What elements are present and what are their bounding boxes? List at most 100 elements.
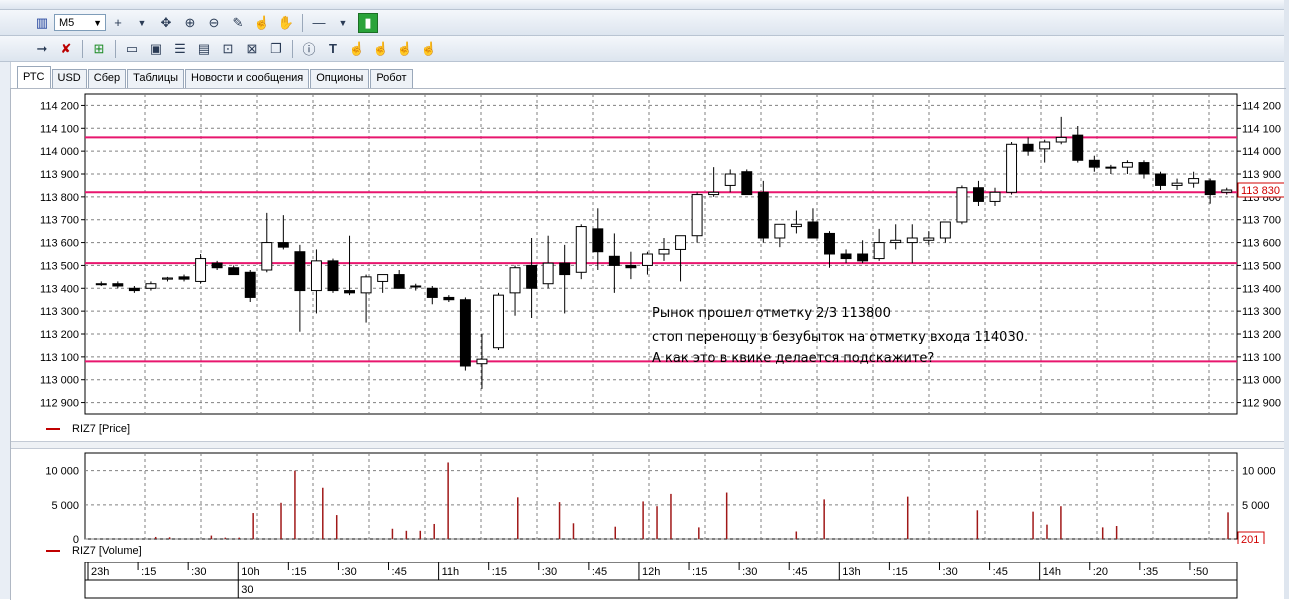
candle-down bbox=[857, 253, 869, 262]
candle-up bbox=[724, 173, 736, 186]
candle-up bbox=[691, 194, 703, 237]
volume-tick-label-left: 0 bbox=[73, 534, 79, 544]
indicator-icon[interactable]: ▮ bbox=[358, 12, 378, 33]
copy-icon[interactable]: ❐ bbox=[267, 40, 285, 58]
zoom-window-icon[interactable]: ⊡ bbox=[219, 40, 237, 58]
candle-down bbox=[277, 242, 289, 248]
window-icon[interactable]: ▭ bbox=[123, 40, 141, 58]
price-chart[interactable]: 114 200 114 200 114 100 114 100 114 000 114 0… bbox=[11, 89, 1284, 419]
tab-tables[interactable]: Таблицы bbox=[127, 69, 185, 88]
hand-icon[interactable]: ☝ bbox=[396, 40, 414, 58]
crosshair-icon[interactable]: + bbox=[109, 14, 127, 32]
chart-window-icon[interactable]: ▣ bbox=[147, 40, 165, 58]
candle-down bbox=[526, 264, 538, 289]
pencil-icon[interactable]: ✎ bbox=[229, 14, 247, 32]
candle-up bbox=[1221, 189, 1233, 193]
tab-options[interactable]: Опционы bbox=[310, 69, 370, 88]
annotation-line-3: А как это в квике делается подскажите? bbox=[652, 351, 935, 366]
price-tick-label-left: 113 700 bbox=[40, 215, 79, 227]
candle-up bbox=[476, 358, 488, 365]
price-tick-label-right: 112 900 bbox=[1242, 398, 1281, 410]
candle-up bbox=[708, 191, 720, 196]
zoom-in-icon[interactable]: ⊕ bbox=[181, 14, 199, 32]
candle-up bbox=[873, 242, 885, 260]
toolbar-divider bbox=[302, 13, 303, 32]
hand-drag-icon[interactable]: ✋ bbox=[277, 14, 295, 32]
price-tick-label-left: 113 500 bbox=[40, 260, 79, 272]
candle-down bbox=[1138, 162, 1150, 175]
chart-settings-icon[interactable]: ▤ bbox=[195, 40, 213, 58]
chevron-down-icon[interactable]: ▼ bbox=[133, 14, 151, 32]
candle-down bbox=[128, 287, 140, 292]
candle-down bbox=[228, 267, 240, 276]
candle-down bbox=[840, 253, 852, 260]
chevron-down-icon[interactable]: ▼ bbox=[334, 14, 352, 32]
candle-up bbox=[1105, 166, 1117, 169]
move-icon[interactable]: ✥ bbox=[157, 14, 175, 32]
toolbar-divider bbox=[292, 39, 293, 58]
time-tick-label: 11h bbox=[442, 566, 460, 578]
hand-select-icon[interactable]: ☝ bbox=[253, 14, 271, 32]
close-window-icon[interactable]: ⊠ bbox=[243, 40, 261, 58]
price-tick-label-left: 113 000 bbox=[40, 375, 79, 387]
candle-down bbox=[426, 287, 438, 298]
hand-icon[interactable]: ☝ bbox=[372, 40, 390, 58]
price-legend: RIZ7 [Price] bbox=[46, 423, 130, 435]
candle-up bbox=[261, 242, 273, 271]
period-select[interactable]: M5 ▼ bbox=[54, 14, 106, 31]
candle-up bbox=[310, 260, 322, 292]
candle-up bbox=[95, 283, 107, 286]
candle-up bbox=[509, 267, 521, 294]
volume-tick-label-left: 10 000 bbox=[45, 466, 79, 478]
candle-down bbox=[972, 187, 984, 202]
time-tick-label: 13h bbox=[842, 566, 860, 578]
candle-up bbox=[1121, 162, 1133, 168]
drawing-toolbar: ➞ ✘ ⊞ ▭ ▣ ☰ ▤ ⊡ ⊠ ❐ ⓘ T ☝ ☝ ☝ ☝ bbox=[0, 36, 1284, 62]
zoom-out-icon[interactable]: ⊖ bbox=[205, 14, 223, 32]
time-tick-label: :35 bbox=[1143, 566, 1158, 578]
candle-down bbox=[608, 255, 620, 266]
volume-chart[interactable]: 10 00010 0005 0005 00000201 bbox=[11, 449, 1284, 544]
candle-down bbox=[625, 264, 637, 269]
text-tool-icon[interactable]: T bbox=[324, 40, 342, 58]
add-icon[interactable]: ⊞ bbox=[90, 40, 108, 58]
tab-usd[interactable]: USD bbox=[51, 69, 87, 88]
candle-down bbox=[211, 262, 223, 269]
arrow-icon[interactable]: ➞ bbox=[33, 40, 51, 58]
tab-robot[interactable]: Робот bbox=[370, 69, 413, 88]
toolbar-divider bbox=[82, 39, 83, 58]
tab-sber[interactable]: Сбер bbox=[87, 69, 127, 88]
annotation-line-2: стоп перенощу в безубыток на отметку вхо… bbox=[652, 330, 1029, 345]
price-tick-label-left: 113 600 bbox=[40, 238, 79, 250]
time-tick-label: :20 bbox=[1093, 566, 1108, 578]
line-tool-icon[interactable]: — bbox=[310, 14, 328, 32]
candle-up bbox=[1055, 136, 1067, 143]
candle-up bbox=[774, 223, 786, 239]
candle-down bbox=[1204, 180, 1216, 196]
toolbar-divider bbox=[115, 39, 116, 58]
tab-news[interactable]: Новости и сообщения bbox=[185, 69, 310, 88]
candle-up bbox=[195, 258, 207, 282]
candle-up bbox=[410, 285, 422, 288]
chevron-down-icon: ▼ bbox=[93, 17, 102, 28]
volume-tick-label-right: 10 000 bbox=[1242, 466, 1276, 478]
pane-splitter[interactable] bbox=[11, 441, 1284, 449]
tab-rts[interactable]: РТС bbox=[17, 66, 51, 88]
time-tick-label: :15 bbox=[291, 566, 306, 578]
candle-up bbox=[1171, 182, 1183, 186]
price-tick-label-left: 113 300 bbox=[40, 306, 79, 318]
candle-down bbox=[807, 221, 819, 239]
chart-type-icon[interactable]: ▥ bbox=[33, 14, 51, 32]
alert-icon[interactable]: ⓘ bbox=[300, 40, 318, 58]
candle-down bbox=[559, 262, 571, 276]
hand-icon[interactable]: ☝ bbox=[348, 40, 366, 58]
candle-down bbox=[327, 260, 339, 292]
candle-down bbox=[592, 228, 604, 253]
candle-down bbox=[1072, 134, 1084, 161]
time-tick-label: :30 bbox=[191, 566, 206, 578]
price-tick-label-left: 113 400 bbox=[40, 283, 79, 295]
candle-up bbox=[906, 237, 918, 244]
hand-icon[interactable]: ☝ bbox=[420, 40, 438, 58]
table-icon[interactable]: ☰ bbox=[171, 40, 189, 58]
delete-icon[interactable]: ✘ bbox=[57, 40, 75, 58]
